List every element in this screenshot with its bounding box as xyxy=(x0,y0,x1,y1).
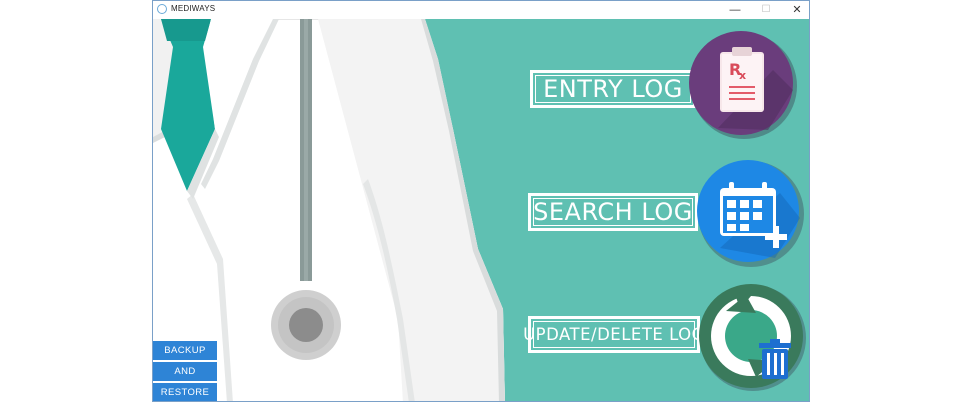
backup-restore-button[interactable]: BACKUP AND RESTORE xyxy=(153,341,217,401)
backup-line3: RESTORE xyxy=(153,383,217,401)
maximize-button[interactable]: ☐ xyxy=(757,2,775,18)
minimize-button[interactable]: — xyxy=(726,2,744,18)
update-delete-log-button[interactable]: UPDATE/DELETE LOG xyxy=(523,316,705,353)
window-title: MEDIWAYS xyxy=(171,4,216,13)
update-delete-log-label: UPDATE/DELETE LOG xyxy=(523,325,705,344)
search-log-button[interactable]: SEARCH LOG xyxy=(528,193,698,231)
refresh-trash-icon[interactable] xyxy=(696,281,808,393)
main-scene: ENTRY LOG R x SEARCH LOG UPDATE/DELETE L… xyxy=(153,19,809,401)
title-bar: MEDIWAYS — ☐ ✕ xyxy=(153,1,809,20)
backup-line1: BACKUP xyxy=(153,341,217,360)
svg-text:x: x xyxy=(739,69,746,82)
prescription-clipboard-icon[interactable]: R x xyxy=(688,30,798,140)
search-log-label: SEARCH LOG xyxy=(533,198,693,226)
app-logo-icon xyxy=(157,4,167,14)
app-window: MEDIWAYS — ☐ ✕ ENTRY LOG R x SEARCH LOG … xyxy=(152,0,810,402)
backup-line2: AND xyxy=(153,362,217,381)
entry-log-button[interactable]: ENTRY LOG xyxy=(530,70,696,108)
calendar-add-icon[interactable] xyxy=(695,158,805,268)
close-button[interactable]: ✕ xyxy=(788,2,806,18)
entry-log-label: ENTRY LOG xyxy=(543,75,683,103)
